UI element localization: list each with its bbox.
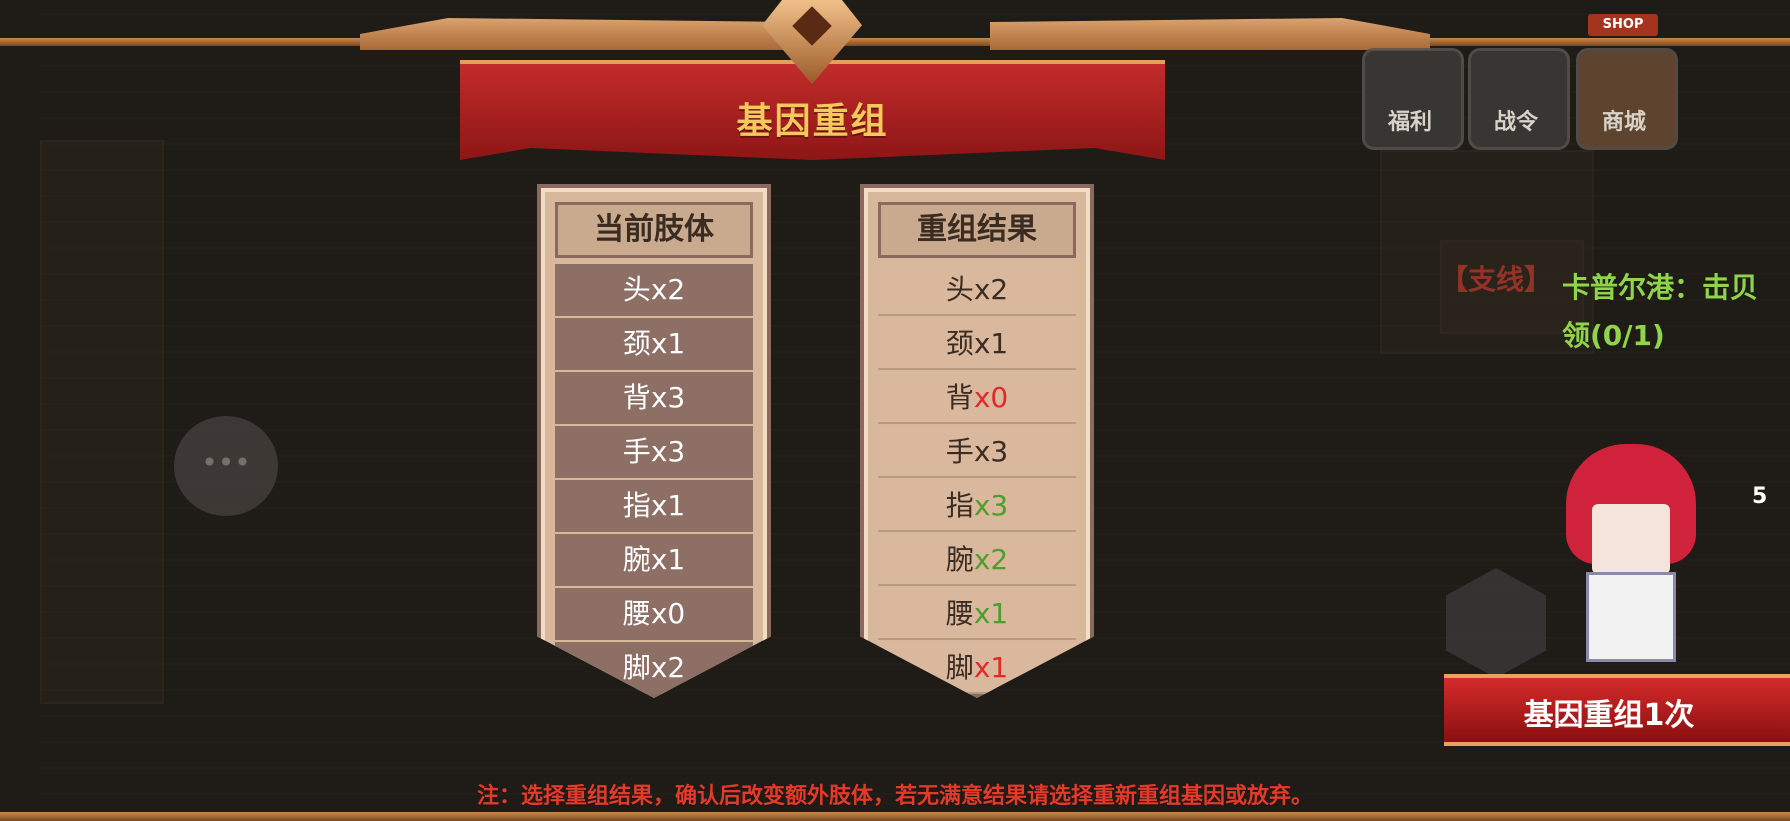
character-body bbox=[1586, 572, 1676, 662]
limb-count: x3 bbox=[650, 435, 686, 468]
item-count-badge: 5 bbox=[1752, 484, 1768, 509]
limb-name: 指 bbox=[945, 489, 974, 522]
result-limbs-list: 头x2 颈x1 背x0 手x3 指x3 腕x2 腰x1 脚x1 bbox=[878, 264, 1076, 696]
limb-row: 颈x1 bbox=[555, 318, 753, 370]
player-character bbox=[1556, 444, 1706, 664]
limb-row: 腰x0 bbox=[555, 588, 753, 640]
limb-name: 腕 bbox=[622, 543, 651, 576]
limb-count: x0 bbox=[973, 381, 1009, 414]
limb-count: x3 bbox=[973, 489, 1009, 522]
limb-count: x1 bbox=[973, 597, 1009, 630]
limb-row: 腕x2 bbox=[878, 534, 1076, 586]
limb-count: x3 bbox=[650, 381, 686, 414]
instruction-note: 注：选择重组结果，确认后改变额外肢体，若无满意结果请选择重新重组基因或放弃。 bbox=[476, 784, 1313, 809]
limb-row: 指x1 bbox=[555, 480, 753, 532]
limb-row: 腰x1 bbox=[878, 588, 1076, 640]
limb-count: x1 bbox=[973, 651, 1009, 684]
limb-name: 手 bbox=[622, 435, 651, 468]
character-face bbox=[1592, 504, 1670, 574]
limb-count: x1 bbox=[650, 543, 686, 576]
limb-name: 腰 bbox=[622, 597, 651, 630]
panel-header: 当前肢体 bbox=[555, 202, 753, 258]
shop-label: 商城 bbox=[1601, 110, 1646, 135]
recombine-result-panel[interactable]: 重组结果 头x2 颈x1 背x0 手x3 指x3 腕x2 腰x1 脚x1 bbox=[860, 184, 1094, 698]
limb-row: 手x3 bbox=[555, 426, 753, 478]
limb-row: 背x3 bbox=[555, 372, 753, 424]
limb-row: 颈x1 bbox=[878, 318, 1076, 370]
current-limbs-panel: 当前肢体 头x2 颈x1 背x3 手x3 指x1 腕x1 腰x0 脚x2 bbox=[537, 184, 771, 698]
limb-row: 手x3 bbox=[878, 426, 1076, 478]
limb-name: 腕 bbox=[945, 543, 974, 576]
limb-count: x2 bbox=[973, 273, 1009, 306]
limb-row: 头x2 bbox=[878, 264, 1076, 316]
quest-title[interactable]: 卡普尔港：击贝 bbox=[1562, 266, 1758, 306]
welfare-label: 福利 bbox=[1387, 110, 1432, 135]
limb-count: x1 bbox=[650, 489, 686, 522]
limb-count: x3 bbox=[973, 435, 1009, 468]
limb-count: x0 bbox=[650, 597, 686, 630]
limb-count: x2 bbox=[650, 651, 686, 684]
limb-name: 脚 bbox=[622, 651, 651, 684]
recombine-once-label: 基因重组1次 bbox=[1523, 698, 1695, 733]
limb-name: 头 bbox=[622, 273, 651, 306]
limb-name: 颈 bbox=[622, 327, 651, 360]
top-frame-bar bbox=[0, 38, 1790, 46]
limb-row: 头x2 bbox=[555, 264, 753, 316]
shop-sign: SHOP bbox=[1588, 14, 1658, 36]
limb-name: 头 bbox=[945, 273, 974, 306]
limb-count: x1 bbox=[650, 327, 686, 360]
limb-count: x2 bbox=[650, 273, 686, 306]
limb-count: x1 bbox=[973, 327, 1009, 360]
limb-row: 背x0 bbox=[878, 372, 1076, 424]
bottom-frame-bar bbox=[0, 812, 1790, 821]
limb-name: 指 bbox=[622, 489, 651, 522]
limb-name: 颈 bbox=[945, 327, 974, 360]
limb-name: 手 bbox=[945, 435, 974, 468]
quest-tag: 【支线】 bbox=[1440, 263, 1553, 296]
limb-count: x2 bbox=[973, 543, 1009, 576]
battle-pass-label: 战令 bbox=[1493, 110, 1538, 135]
current-limbs-list: 头x2 颈x1 背x3 手x3 指x1 腕x1 腰x0 脚x2 bbox=[555, 264, 753, 696]
quest-progress: 领(0/1) bbox=[1562, 319, 1665, 352]
limb-name: 脚 bbox=[945, 651, 974, 684]
dialog-title: 基因重组 bbox=[736, 101, 889, 142]
limb-name: 腰 bbox=[945, 597, 974, 630]
panel-header: 重组结果 bbox=[878, 202, 1076, 258]
limb-name: 背 bbox=[622, 381, 651, 414]
limb-row: 指x3 bbox=[878, 480, 1076, 532]
limb-name: 背 bbox=[945, 381, 974, 414]
chat-icon[interactable] bbox=[174, 416, 278, 516]
limb-row: 腕x1 bbox=[555, 534, 753, 586]
